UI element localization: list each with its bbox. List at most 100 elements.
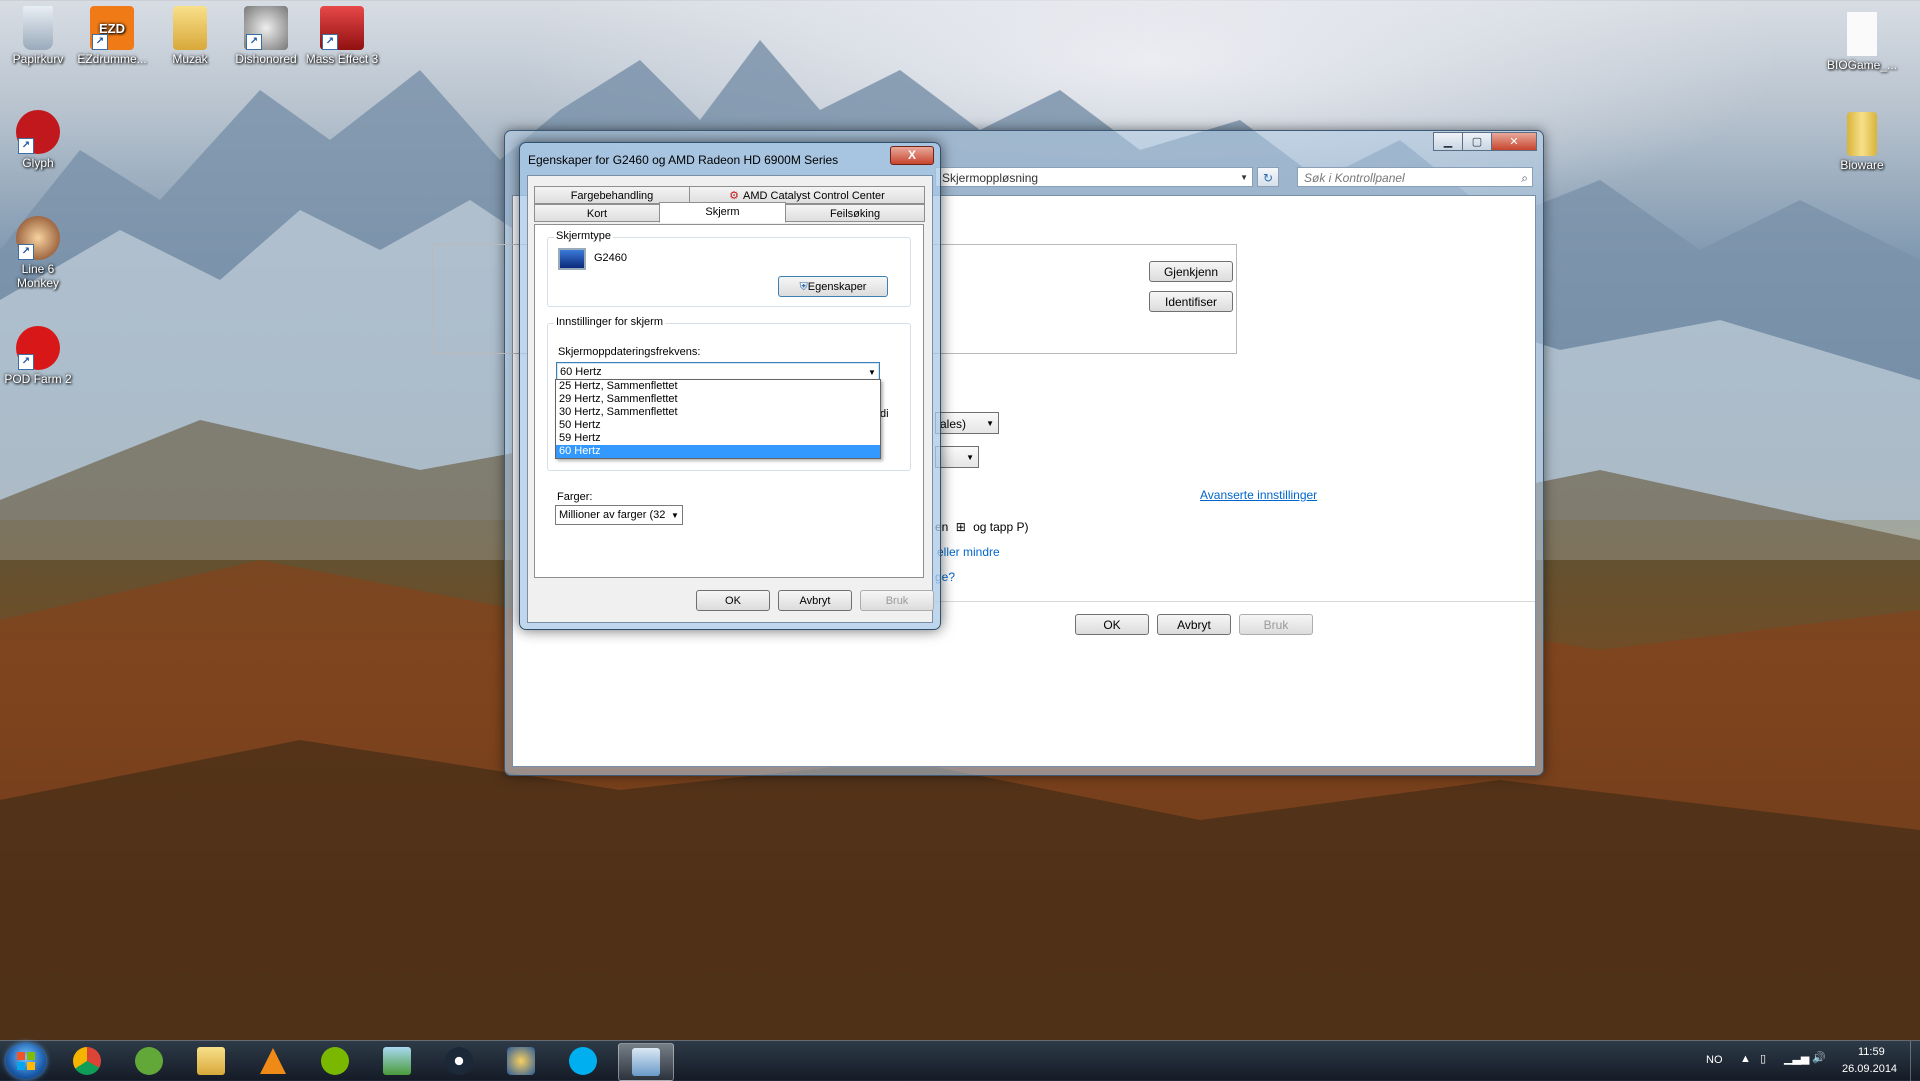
network-icon[interactable]: ▯: [1760, 1052, 1766, 1065]
window-controls: ▁ ▢ ✕: [1433, 132, 1537, 151]
cancel-button[interactable]: Avbryt: [778, 590, 852, 611]
search-icon[interactable]: ⌕: [1521, 168, 1528, 188]
clock-date[interactable]: 26.09.2014: [1842, 1063, 1897, 1075]
monitor-type-group: Skjermtype G2460 ⛨Egenskaper: [547, 230, 911, 307]
text-size-link[interactable]: eller mindre: [937, 545, 1000, 559]
refresh-rate-dropdown[interactable]: 25 Hertz, Sammenflettet 29 Hertz, Sammen…: [555, 379, 881, 459]
detect-button[interactable]: Gjenkjenn: [1149, 261, 1233, 282]
windows-key-icon: ⊞: [955, 520, 966, 534]
chevron-down-icon: ▼: [966, 453, 974, 462]
show-desktop-button[interactable]: [1910, 1041, 1920, 1081]
ok-button[interactable]: OK: [1075, 614, 1149, 635]
select-value: 60 Hertz: [560, 366, 602, 378]
taskbar-vlc[interactable]: [246, 1043, 300, 1079]
dropdown-option[interactable]: 30 Hertz, Sammenflettet: [556, 406, 880, 419]
signal-icon[interactable]: ▁▃▅: [1784, 1052, 1809, 1065]
chevron-down-icon: ▼: [671, 511, 679, 520]
dropdown-option[interactable]: 29 Hertz, Sammenflettet: [556, 393, 880, 406]
taskbar-chrome[interactable]: [60, 1043, 114, 1079]
desktop-icon-biogame[interactable]: BIOGame_...: [1824, 12, 1900, 72]
search-input[interactable]: Søk i Kontrollpanel ⌕: [1297, 167, 1533, 187]
dropdown-option[interactable]: 50 Hertz: [556, 419, 880, 432]
group-label: Innstillinger for skjerm: [554, 316, 665, 328]
address-bar[interactable]: Skjermoppløsning ▼: [935, 167, 1253, 187]
control-panel-icon: [632, 1048, 660, 1076]
close-button[interactable]: ✕: [1491, 132, 1537, 151]
file-icon: [1847, 12, 1877, 56]
taskbar: NO ▲ ▯ ▁▃▅ 🔊 11:59 26.09.2014: [0, 1040, 1920, 1081]
language-indicator[interactable]: NO: [1706, 1054, 1723, 1066]
taskbar-skype[interactable]: [556, 1043, 610, 1079]
clock-time[interactable]: 11:59: [1858, 1046, 1885, 1058]
chevron-up-icon[interactable]: ▲: [1740, 1053, 1751, 1065]
minimize-button[interactable]: ▁: [1433, 132, 1463, 151]
desktop-icon-glyph[interactable]: ↗ Glyph: [0, 110, 76, 170]
desktop-icon-label: BIOGame_...: [1826, 58, 1898, 72]
obscured-text: di: [880, 408, 889, 420]
ok-button[interactable]: OK: [696, 590, 770, 611]
desktop-icon-ezdrummer[interactable]: EZD ↗ EZdrumme...: [74, 6, 150, 66]
properties-dialog[interactable]: Egenskaper for G2460 og AMD Radeon HD 69…: [519, 142, 941, 630]
tab-panel-monitor: Skjermtype G2460 ⛨Egenskaper Innstilling…: [534, 224, 924, 578]
dropdown-option[interactable]: 59 Hertz: [556, 432, 880, 445]
apply-button[interactable]: Bruk: [1239, 614, 1313, 635]
desktop-icon-label: Muzak: [172, 52, 208, 66]
skype-icon: [569, 1047, 597, 1075]
desktop-icon-label: Dishonored: [235, 52, 297, 66]
dropdown-option-selected[interactable]: 60 Hertz: [556, 445, 880, 458]
desktop-icon-line6-monkey[interactable]: ↗ Line 6 Monkey: [0, 216, 76, 290]
shortcut-arrow-icon: ↗: [322, 34, 338, 50]
select-value: Millioner av farger (32: [559, 509, 666, 521]
steam-icon: [445, 1047, 473, 1075]
monitor-icon: [558, 248, 586, 270]
maximize-button[interactable]: ▢: [1462, 132, 1492, 151]
pod-farm-icon: ↗: [16, 326, 60, 370]
monitor-name: G2460: [594, 252, 628, 264]
taskbar-control-panel[interactable]: [618, 1043, 674, 1081]
photo-icon: [383, 1047, 411, 1075]
shortcut-arrow-icon: ↗: [246, 34, 262, 50]
monkey-icon: ↗: [16, 216, 60, 260]
taskbar-photo[interactable]: [370, 1043, 424, 1079]
shortcut-arrow-icon: ↗: [18, 354, 34, 370]
shield-icon: ⛨: [799, 281, 808, 293]
apply-button[interactable]: Bruk: [860, 590, 934, 611]
tab-troubleshoot[interactable]: Feilsøking: [785, 204, 925, 222]
cancel-button[interactable]: Avbryt: [1157, 614, 1231, 635]
display-select[interactable]: ▼: [935, 446, 979, 468]
archive-icon: [1847, 112, 1877, 156]
spotify-icon: [321, 1047, 349, 1075]
hint-text-fragment: en ⊞ og tapp P): [935, 520, 1028, 534]
orientation-select[interactable]: ales) ▼: [935, 412, 999, 434]
folder-icon: [173, 6, 207, 50]
shortcut-arrow-icon: ↗: [18, 138, 34, 154]
desktop-icon-dishonored[interactable]: ↗ Dishonored: [228, 6, 304, 66]
button-label: Egenskaper: [807, 281, 867, 293]
taskbar-app[interactable]: [494, 1043, 548, 1079]
desktop-icon-mass-effect-3[interactable]: ↗ Mass Effect 3: [304, 6, 380, 66]
utorrent-icon: [135, 1047, 163, 1075]
tab-adapter[interactable]: Kort: [534, 204, 660, 222]
taskbar-steam[interactable]: [432, 1043, 486, 1079]
volume-icon[interactable]: 🔊: [1812, 1051, 1826, 1064]
desktop-icon-muzak[interactable]: Muzak: [152, 6, 228, 66]
tab-monitor[interactable]: Skjerm: [659, 202, 786, 223]
desktop-icon-pod-farm-2[interactable]: ↗ POD Farm 2: [0, 326, 76, 386]
taskbar-utorrent[interactable]: [122, 1043, 176, 1079]
amd-icon: ⚙: [729, 190, 740, 202]
desktop-icon-bioware[interactable]: Bioware: [1824, 112, 1900, 172]
dialog-title: Egenskaper for G2460 og AMD Radeon HD 69…: [528, 153, 839, 167]
desktop-icon-recycle-bin[interactable]: Papirkurv: [0, 6, 76, 66]
start-button[interactable]: [6, 1043, 46, 1079]
dropdown-option[interactable]: 25 Hertz, Sammenflettet: [556, 380, 880, 393]
properties-button[interactable]: ⛨Egenskaper: [778, 276, 888, 297]
chevron-down-icon: ▼: [986, 419, 994, 428]
taskbar-spotify[interactable]: [308, 1043, 362, 1079]
colors-select[interactable]: Millioner av farger (32 ▼: [555, 505, 683, 525]
identify-button[interactable]: Identifiser: [1149, 291, 1233, 312]
chevron-down-icon[interactable]: ▼: [1240, 168, 1248, 188]
close-button[interactable]: X: [890, 146, 934, 165]
refresh-button[interactable]: ↻: [1257, 167, 1279, 187]
taskbar-explorer[interactable]: [184, 1043, 238, 1079]
advanced-settings-link[interactable]: Avanserte innstillinger: [1200, 488, 1317, 502]
